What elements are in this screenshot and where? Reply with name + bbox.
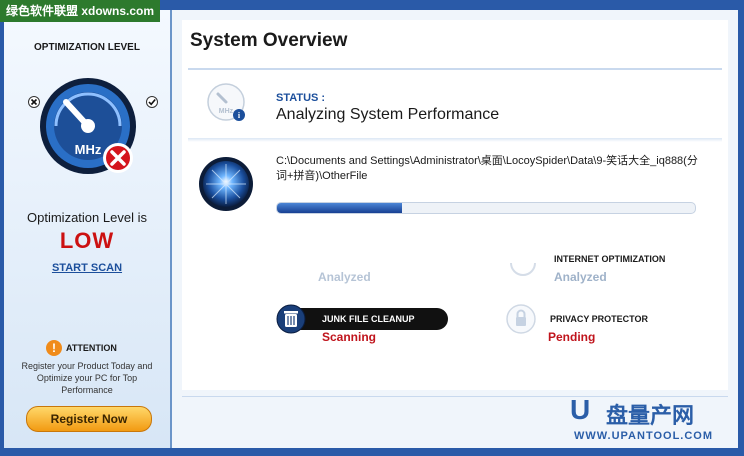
optimization-level-label: Optimization Level is — [27, 210, 147, 225]
current-file-path: C:\Documents and Settings\Administrator\… — [276, 155, 698, 182]
watermark-site-name: 盘量产网 — [606, 403, 695, 428]
status-label: STATUS : — [276, 92, 326, 104]
speed-gauge-icon: MHz — [40, 78, 136, 174]
privacy-protector-label: PRIVACY PROTECTOR — [550, 314, 649, 324]
watermark-url: WWW.UPANTOOL.COM — [574, 430, 714, 442]
register-now-button[interactable]: Register Now — [26, 406, 152, 432]
task-status: Analyzed — [318, 270, 371, 284]
title-divider — [188, 68, 722, 70]
status-gauge-icon: MHz i — [207, 83, 245, 121]
internet-optimization-icon — [510, 262, 536, 276]
main-area: System Overview MHz i STATUS : Analyzing… — [172, 10, 738, 448]
status-icon-unit: MHz — [219, 108, 234, 115]
attention-text: Register your Product Today and Optimize… — [21, 361, 153, 395]
status-divider — [188, 138, 722, 142]
start-scan-link[interactable]: START SCAN — [4, 262, 170, 274]
internet-optimization-label: INTERNET OPTIMIZATION — [554, 254, 666, 264]
watermark-top: 绿色软件联盟 xdowns.com — [0, 0, 161, 22]
system-overview-panel: System Overview MHz i STATUS : Analyzing… — [182, 20, 728, 390]
optimization-level-value: LOW — [59, 228, 115, 253]
optimization-level-title: OPTIMIZATION LEVEL — [34, 42, 140, 53]
attention-title: ATTENTION — [66, 343, 117, 353]
sidebar: OPTIMIZATION LEVEL MHz Optimization Leve… — [4, 10, 172, 448]
attention-icon: ! — [46, 340, 62, 356]
privacy-lock-icon — [506, 304, 536, 334]
check-small-icon[interactable] — [146, 96, 158, 108]
watermark-logo: U — [570, 394, 591, 425]
gauge-unit-label: MHz — [75, 142, 102, 157]
scan-globe-icon — [199, 157, 253, 211]
privacy-protector-status: Pending — [548, 330, 596, 344]
scan-progress-bar — [276, 202, 696, 214]
app-window: 绿色软件联盟 xdowns.com OPTIMIZATION LEVEL MHz… — [0, 0, 744, 456]
status-value: Analyzing System Performance — [276, 106, 500, 123]
watermark-bottom: U 盘量产网 WWW.UPANTOOL.COM — [570, 392, 740, 448]
scan-progress-fill — [277, 203, 403, 213]
trash-icon — [276, 304, 306, 334]
page-title: System Overview — [190, 30, 348, 51]
junk-file-cleanup-label: JUNK FILE CLEANUP — [322, 314, 415, 324]
junk-file-cleanup-status: Scanning — [322, 330, 377, 344]
internet-optimization-status: Analyzed — [554, 270, 607, 284]
